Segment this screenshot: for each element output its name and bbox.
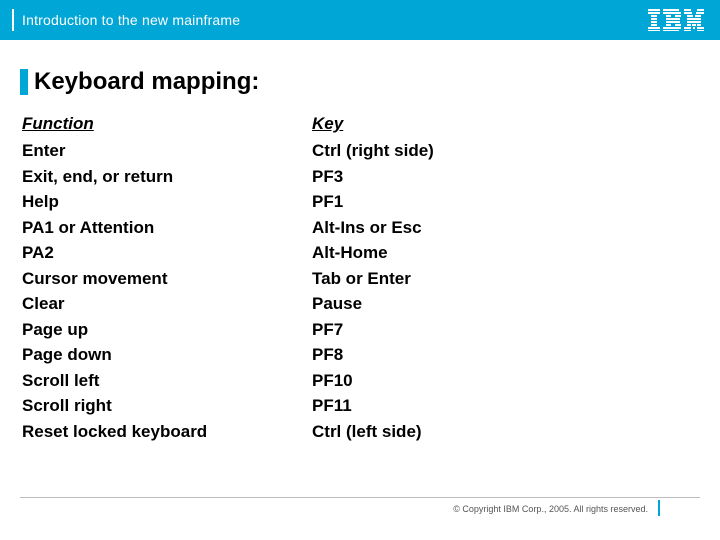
- table-row: Ctrl (right side): [312, 138, 602, 164]
- table-row: Exit, end, or return: [22, 164, 312, 190]
- footer-accent-bar: [658, 500, 660, 516]
- table-row: Alt-Home: [312, 240, 602, 266]
- slide-title-row: Keyboard mapping:: [20, 68, 700, 96]
- table-row: Scroll right: [22, 393, 312, 419]
- slide-header: Introduction to the new mainframe: [0, 0, 720, 40]
- table-row: Page down: [22, 342, 312, 368]
- table-row: PF3: [312, 164, 602, 190]
- key-header: Key: [312, 114, 602, 134]
- title-accent-bar: [20, 69, 28, 95]
- table-row: Ctrl (left side): [312, 419, 602, 445]
- table-row: Cursor movement: [22, 266, 312, 292]
- ibm-logo-icon: [648, 9, 704, 31]
- table-row: PF1: [312, 189, 602, 215]
- table-row: Tab or Enter: [312, 266, 602, 292]
- table-row: PF7: [312, 317, 602, 343]
- header-left: Introduction to the new mainframe: [12, 9, 240, 31]
- slide-body: Keyboard mapping: Function Enter Exit, e…: [0, 40, 720, 444]
- table-row: PF10: [312, 368, 602, 394]
- function-header: Function: [22, 114, 312, 134]
- slide-title: Keyboard mapping:: [34, 68, 259, 96]
- table-row: PF11: [312, 393, 602, 419]
- function-column: Function Enter Exit, end, or return Help…: [22, 114, 312, 444]
- footer-divider: [20, 497, 700, 498]
- table-row: Page up: [22, 317, 312, 343]
- header-title: Introduction to the new mainframe: [22, 12, 240, 28]
- table-row: Enter: [22, 138, 312, 164]
- table-row: PF8: [312, 342, 602, 368]
- mapping-table: Function Enter Exit, end, or return Help…: [20, 114, 700, 444]
- table-row: Pause: [312, 291, 602, 317]
- copyright-text: © Copyright IBM Corp., 2005. All rights …: [453, 504, 648, 514]
- table-row: Alt-Ins or Esc: [312, 215, 602, 241]
- key-column: Key Ctrl (right side) PF3 PF1 Alt-Ins or…: [312, 114, 602, 444]
- table-row: Clear: [22, 291, 312, 317]
- table-row: Help: [22, 189, 312, 215]
- header-divider: [12, 9, 14, 31]
- table-row: PA2: [22, 240, 312, 266]
- table-row: Reset locked keyboard: [22, 419, 312, 445]
- table-row: Scroll left: [22, 368, 312, 394]
- table-row: PA1 or Attention: [22, 215, 312, 241]
